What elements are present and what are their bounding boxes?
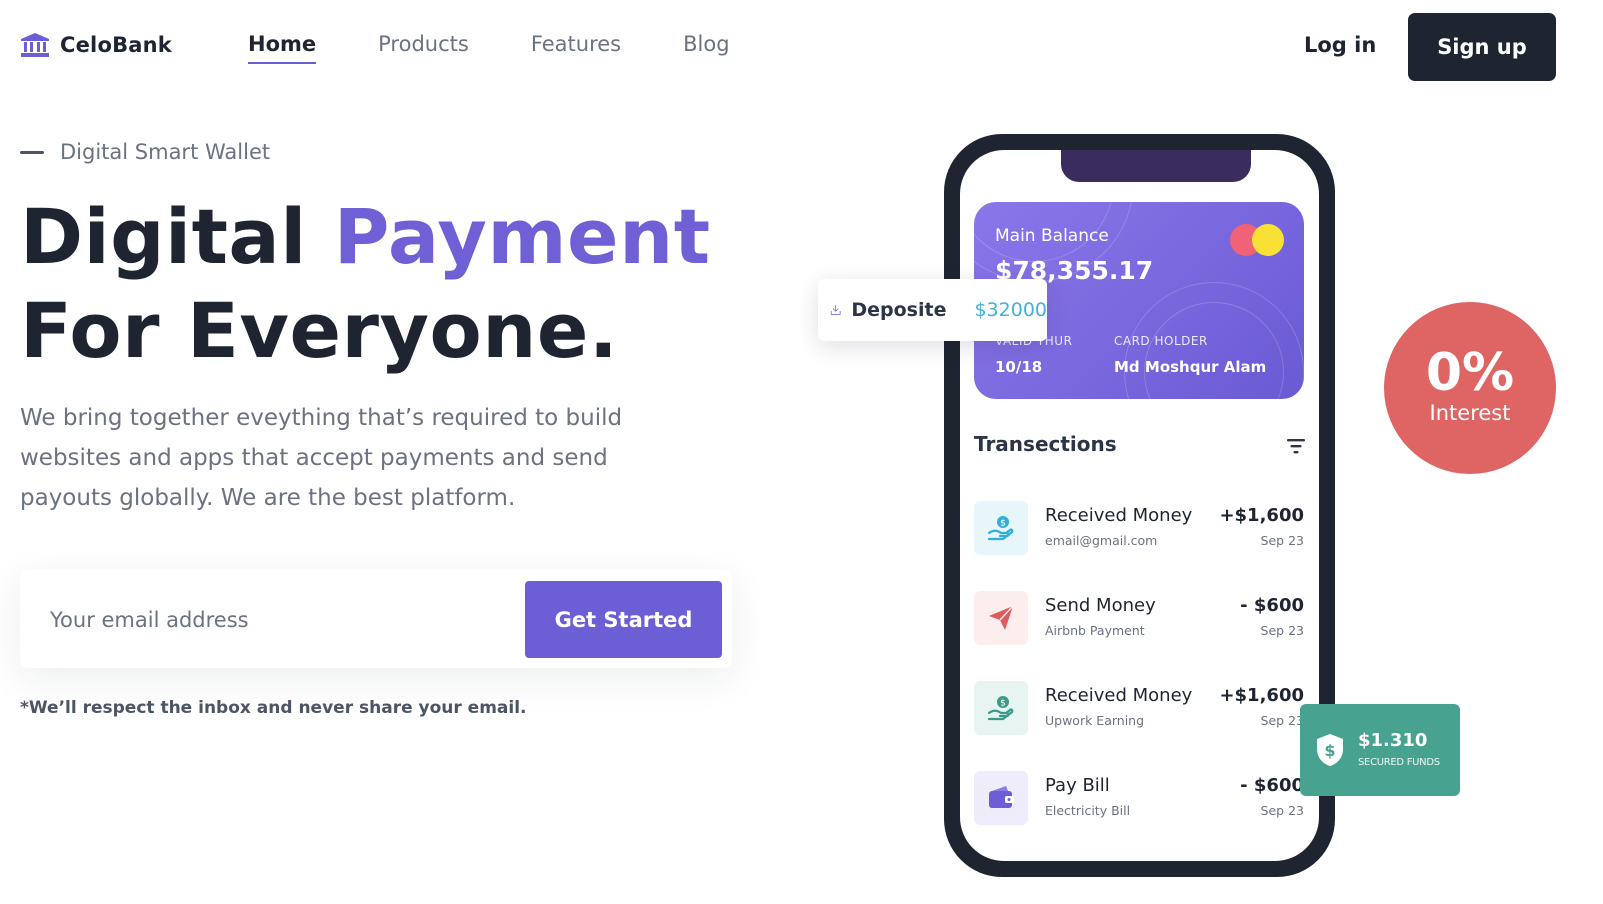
tx-date: Sep 23 (1260, 533, 1304, 548)
hand-coin-icon: $ (987, 516, 1014, 541)
phone-notch (1061, 150, 1251, 182)
mastercard-icon (1230, 224, 1286, 256)
tx-icon-bg (974, 771, 1028, 825)
download-icon (830, 305, 841, 315)
shield-icon: $ (1317, 734, 1343, 766)
hero-eyebrow: Digital Smart Wallet (20, 140, 270, 164)
signup-button[interactable]: Sign up (1408, 13, 1556, 81)
headline-accent: Payment (333, 192, 711, 281)
tx-date: Sep 23 (1260, 803, 1304, 818)
tx-subtitle: email@gmail.com (1045, 533, 1158, 548)
paper-plane-icon (989, 605, 1014, 630)
tx-amount: - $600 (1240, 595, 1304, 616)
transaction-row[interactable]: $ Received Money email@gmail.com +$1,600… (974, 501, 1304, 557)
headline-part1: Digital (20, 192, 334, 281)
card-holder-value: Md Moshqur Alam (1114, 358, 1267, 376)
nav-item-home[interactable]: Home (248, 32, 317, 64)
deposit-value: $32000 (974, 299, 1047, 321)
valid-thru-value: 10/18 (995, 358, 1043, 376)
email-input[interactable] (50, 600, 510, 640)
nav-item-products[interactable]: Products (378, 32, 469, 64)
transactions-title: Transections (974, 432, 1117, 456)
card-holder-label: CARD HOLDER (1114, 334, 1208, 348)
brand-logo[interactable]: CeloBank (20, 32, 172, 58)
tx-title: Pay Bill (1045, 775, 1110, 796)
transaction-row[interactable]: Send Money Airbnb Payment - $600 Sep 23 (974, 591, 1304, 647)
tx-icon-bg: $ (974, 501, 1028, 555)
tx-title: Send Money (1045, 595, 1156, 616)
eyebrow-dash (20, 150, 44, 154)
main-nav: Home Products Features Blog (248, 32, 730, 64)
nav-item-features[interactable]: Features (531, 32, 621, 64)
deposit-badge: Deposite $32000 (818, 279, 1047, 341)
tx-subtitle: Electricity Bill (1045, 803, 1131, 818)
secured-value: $1.310 (1358, 730, 1428, 751)
get-started-button[interactable]: Get Started (525, 581, 722, 658)
svg-text:$: $ (1324, 741, 1335, 760)
tx-icon-bg (974, 591, 1028, 645)
svg-text:$: $ (1000, 519, 1006, 529)
tx-title: Received Money (1045, 505, 1193, 526)
wallet-icon (989, 786, 1014, 808)
tx-amount: +$1,600 (1219, 505, 1304, 526)
nav-item-blog[interactable]: Blog (683, 32, 729, 64)
headline-line2: For Everyone. (20, 286, 619, 375)
tx-subtitle: Airbnb Payment (1045, 623, 1145, 638)
secured-funds-badge: $ $1.310 SECURED FUNDS (1300, 704, 1460, 796)
hero-headline: Digital Payment For Everyone. (20, 190, 711, 378)
deposit-label: Deposite (851, 299, 947, 321)
transaction-row[interactable]: Pay Bill Electricity Bill - $600 Sep 23 (974, 771, 1304, 827)
tx-amount: - $600 (1240, 775, 1304, 796)
interest-label: Interest (1429, 401, 1511, 425)
privacy-note: *We’ll respect the inbox and never share… (20, 698, 527, 718)
login-link[interactable]: Log in (1304, 33, 1376, 57)
balance-label: Main Balance (995, 226, 1109, 246)
transaction-row[interactable]: $ Received Money Upwork Earning +$1,600 … (974, 681, 1304, 737)
bank-icon (21, 33, 49, 57)
tx-date: Sep 23 (1260, 623, 1304, 638)
tx-icon-bg: $ (974, 681, 1028, 735)
eyebrow-text: Digital Smart Wallet (60, 140, 271, 164)
phone-screen: Main Balance $78,355.17 VALID THUR 10/18… (960, 150, 1319, 861)
filter-icon[interactable] (1285, 435, 1307, 457)
tx-date: Sep 23 (1260, 713, 1304, 728)
interest-badge: 0% Interest (1384, 302, 1556, 474)
tx-subtitle: Upwork Earning (1045, 713, 1145, 728)
secured-label: SECURED FUNDS (1358, 757, 1440, 768)
interest-value: 0% (1425, 343, 1515, 403)
email-signup-form: Get Started (20, 570, 732, 668)
tx-amount: +$1,600 (1219, 685, 1304, 706)
hand-coin-icon: $ (987, 696, 1014, 721)
hero-description: We bring together eveything that’s requi… (20, 405, 623, 511)
svg-text:$: $ (1000, 699, 1006, 709)
phone-mockup: Main Balance $78,355.17 VALID THUR 10/18… (944, 134, 1335, 877)
tx-title: Received Money (1045, 685, 1193, 706)
brand-name: CeloBank (60, 33, 172, 57)
